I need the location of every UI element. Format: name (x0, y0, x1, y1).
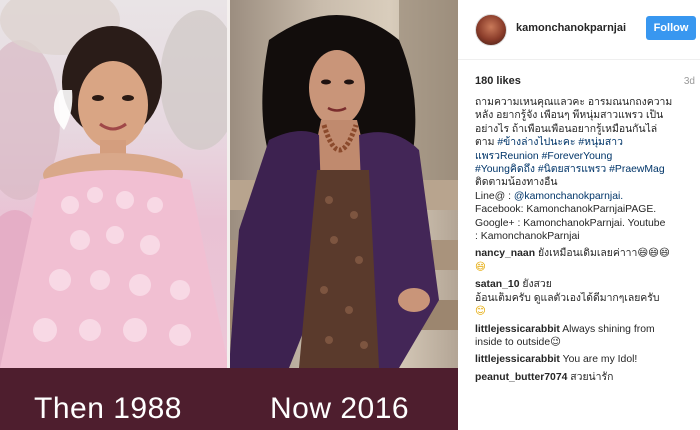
post-header: kamonchanokparnjai Follow (458, 0, 700, 60)
comment-item: peanut_butter7074 สวยน่ารัก (475, 371, 697, 384)
hashtag-link[interactable]: #Youngคิดถึง (475, 164, 535, 175)
comment-username[interactable]: peanut_butter7074 (475, 372, 567, 383)
comment-text: Always shining from (562, 323, 655, 335)
follow-button[interactable]: Follow (646, 16, 696, 40)
photo-now-panel (229, 0, 458, 368)
comment-item: satan_10 ยังสวย อ้อนเต็มครับ ดูแลตัวเองไ… (475, 278, 697, 318)
caption-line: ถามความเหนคุณแลวคะ อารมณนกถงความ (475, 97, 673, 108)
now-illustration (229, 0, 458, 368)
post-caption: ถามความเหนคุณแลวคะ อารมณนกถงความ หลัง อย… (475, 96, 697, 243)
caption-line: ตาม #ข้างล่างไปนะคะ #หนุ่มสาว (475, 136, 697, 149)
comment-text: 😄 (475, 261, 486, 273)
comment-username[interactable]: littlejessicarabbit (475, 354, 560, 365)
comment-text: สวยน่ารัก (570, 371, 614, 383)
hashtag-link[interactable]: #PraewMag (609, 164, 664, 175)
instagram-post-page: Then 1988 Now 2016 kamonchanokparnjai Fo… (0, 0, 700, 430)
post-sidebar: kamonchanokparnjai Follow 180 likes 3d ถ… (458, 0, 700, 430)
hashtag-link[interactable]: #ข้างล่างไปนะคะ (497, 137, 575, 148)
caption-then: Then 1988 (34, 392, 182, 425)
caption-line: #Youngคิดถึง #นิตยสารแพรว #PraewMag (475, 163, 697, 176)
comment-text: ยังสวย (522, 279, 552, 291)
caption-line: อย่างไร ถ้าเพื่อนเพื่อนอยากรู้เหมือนกันไ… (475, 123, 658, 135)
author-username[interactable]: kamonchanokparnjai (516, 22, 626, 34)
caption-line: แพรวReunion #ForeverYoung (475, 150, 697, 163)
caption-line: : KamonchanokParnjai (475, 231, 580, 243)
caption-line: Facebook: KamonchanokParnjaiPAGE. (475, 204, 657, 216)
likes-row: 180 likes 3d (475, 75, 695, 89)
photo-divider (227, 0, 230, 368)
comment-text: ยังเหมือนเดิมเลยค่าาา😄😄😄 (537, 248, 670, 260)
caption-line: ติดตามน้องทางอื่น (475, 177, 558, 189)
caption-line: Line@ : @kamonchanokparnjai. (475, 190, 697, 203)
mention-link[interactable]: @kamonchanokparnjai. (514, 191, 623, 202)
comment-item: nancy_naan ยังเหมือนเดิมเลยค่าาา😄😄😄 😄 (475, 247, 697, 274)
photo-then-panel (0, 0, 229, 368)
post-age[interactable]: 3d (684, 76, 695, 87)
comment-username[interactable]: satan_10 (475, 279, 519, 290)
likes-count[interactable]: 180 likes (475, 75, 521, 87)
caption-now: Now 2016 (270, 392, 410, 425)
hashtag-link[interactable]: #หนุ่มสาว (578, 137, 623, 148)
comment-username[interactable]: nancy_naan (475, 248, 535, 259)
comment-text: 😊 (475, 306, 486, 318)
avatar[interactable] (475, 14, 507, 46)
comment-item: littlejessicarabbit Always shining from … (475, 323, 697, 350)
caption-line: หลัง อยากรู้จัง เพื่อนๆ พี่หนุ่มสาวแพรว … (475, 110, 664, 122)
hashtag-link[interactable]: #นิตยสารแพรว (538, 164, 606, 175)
caption-line: Google+ : KamonchanokParnjai. Youtube (475, 217, 666, 229)
comments-list: ถามความเหนคุณแลวคะ อารมณนกถงความ หลัง อย… (475, 96, 697, 388)
contact-label: Line@ : (475, 190, 511, 202)
comment-text: You are my Idol! (562, 354, 638, 366)
comment-text: inside to outside😉 (475, 336, 561, 348)
comment-item: littlejessicarabbit You are my Idol! (475, 353, 697, 366)
caption-text: ตาม (475, 137, 495, 149)
comment-text: อ้อนเต็มครับ ดูแลตัวเองได้ดีมากๆเลยครับ (475, 292, 660, 304)
hashtag-link[interactable]: #ForeverYoung (542, 151, 613, 162)
hashtag-link[interactable]: แพรวReunion (475, 151, 539, 162)
then-illustration (0, 0, 229, 368)
post-photo[interactable]: Then 1988 Now 2016 (0, 0, 458, 430)
comment-username[interactable]: littlejessicarabbit (475, 324, 560, 335)
